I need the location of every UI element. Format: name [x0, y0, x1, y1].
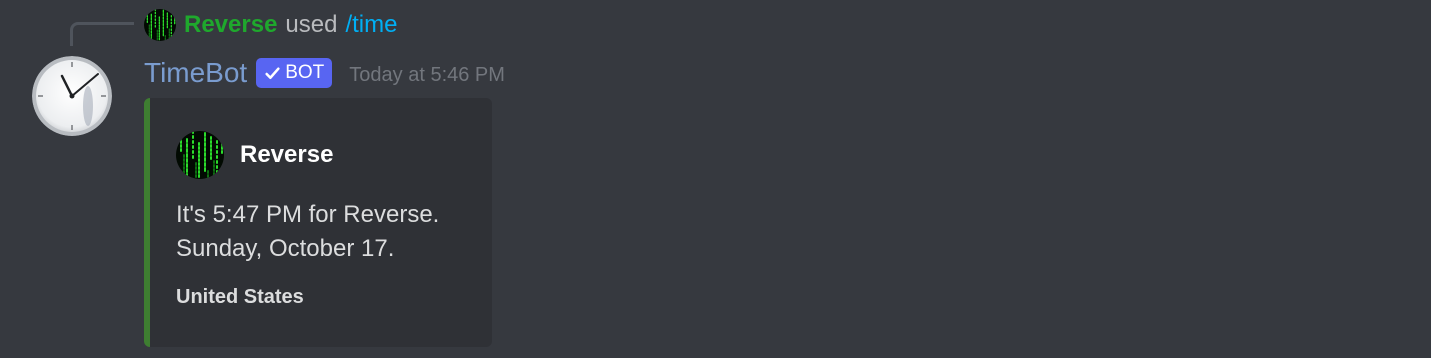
embed-author: Reverse — [176, 131, 333, 179]
matrix-code-icon — [144, 9, 176, 41]
message-timestamp[interactable]: Today at 5:46 PM — [349, 64, 505, 87]
embed-description: It's 5:47 PM for Reverse. Sunday, Octobe… — [176, 198, 486, 266]
bot-avatar[interactable] — [32, 56, 112, 136]
message-header: TimeBot BOT Today at 5:46 PM — [144, 56, 505, 90]
interaction-user-name[interactable]: Reverse — [184, 11, 277, 39]
embed-author-name: Reverse — [240, 141, 334, 168]
embed-description-line: It's 5:47 PM for Reverse. — [176, 201, 440, 228]
reply-spine — [70, 22, 134, 46]
slash-command-link[interactable]: /time — [345, 11, 397, 39]
interaction-used-text: used — [285, 11, 338, 38]
matrix-code-icon — [176, 131, 224, 179]
bot-username[interactable]: TimeBot — [144, 57, 247, 89]
verified-check-icon — [264, 65, 281, 82]
embed-author-avatar — [176, 131, 224, 179]
user-avatar[interactable] — [144, 9, 176, 41]
interaction-reference: Reverse used /time — [144, 8, 397, 42]
bot-tag-badge: BOT — [256, 58, 333, 88]
message-embed: Reverse It's 5:47 PM for Reverse. Sunday… — [144, 98, 492, 347]
bot-tag-label: BOT — [285, 62, 325, 83]
clock-icon — [32, 56, 112, 136]
embed-field-name: United States — [176, 286, 304, 308]
embed-description-line: Sunday, October 17. — [176, 235, 395, 262]
